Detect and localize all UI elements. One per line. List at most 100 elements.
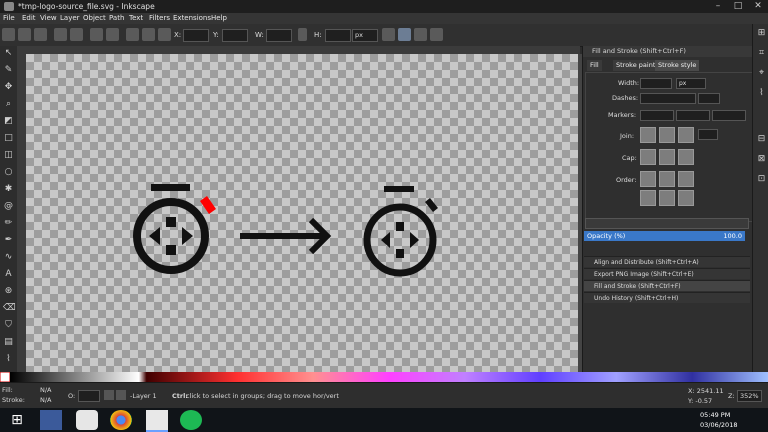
ellipse-tool-icon[interactable]: ○ (3, 167, 14, 178)
tab-stroke-paint[interactable]: Stroke paint (613, 60, 659, 71)
opacity-slider[interactable]: Opacity (%) 100.0 (584, 231, 745, 241)
bucket-tool-icon[interactable]: ⛉ (3, 320, 14, 331)
text-tool-icon[interactable]: A (3, 269, 14, 280)
selector-tool-icon[interactable]: ↖ (3, 48, 14, 59)
move-patterns-icon[interactable] (430, 28, 443, 41)
snap-bbox-icon[interactable]: ⌗ (756, 48, 767, 59)
mid-marker-select[interactable] (676, 110, 710, 121)
move-gradients-icon[interactable] (414, 28, 427, 41)
width-field[interactable] (266, 29, 292, 42)
scale-corners-icon[interactable] (398, 28, 411, 41)
windows-start-icon[interactable]: ⊞ (6, 410, 28, 430)
tab-fill[interactable]: Fill (587, 60, 602, 71)
order-markers-stroke-fill-button[interactable] (678, 190, 694, 206)
start-marker-select[interactable] (640, 110, 674, 121)
menu-edit[interactable]: Edit (22, 14, 36, 22)
y-field[interactable] (222, 29, 248, 42)
bezier-tool-icon[interactable]: ✒ (3, 235, 14, 246)
layer-select[interactable]: -Layer 1 (130, 392, 157, 400)
order-stroke-markers-fill-button[interactable] (659, 190, 675, 206)
height-field[interactable] (325, 29, 351, 42)
menu-extensions[interactable]: Extensions (173, 14, 211, 22)
cap-butt-button[interactable] (640, 149, 656, 165)
calligraphy-tool-icon[interactable]: ∿ (3, 252, 14, 263)
color-palette[interactable] (0, 371, 768, 383)
menu-text[interactable]: Text (129, 14, 143, 22)
unit-select[interactable]: px (352, 29, 378, 42)
close-button[interactable]: ✕ (748, 0, 768, 13)
end-marker-select[interactable] (712, 110, 746, 121)
dash-offset-field[interactable] (698, 93, 720, 104)
order-fill-markers-stroke-button[interactable] (678, 171, 694, 187)
menu-view[interactable]: View (40, 14, 57, 22)
file-explorer-icon[interactable] (40, 410, 62, 430)
cap-round-button[interactable] (659, 149, 675, 165)
menu-help[interactable]: Help (211, 14, 227, 22)
rectangle-tool-icon[interactable]: □ (3, 133, 14, 144)
node-tool-icon[interactable]: ✎ (3, 65, 14, 76)
width-field[interactable] (640, 78, 672, 89)
cap-square-button[interactable] (678, 149, 694, 165)
select-all-layers-icon[interactable] (34, 28, 47, 41)
menu-file[interactable]: File (3, 14, 15, 22)
join-round-button[interactable] (659, 127, 675, 143)
lock-ratio-icon[interactable] (298, 28, 307, 41)
snap-grid-icon[interactable]: ⊟ (756, 134, 767, 145)
rotate-ccw-icon[interactable] (54, 28, 67, 41)
join-miter-button[interactable] (640, 127, 656, 143)
x-field[interactable] (183, 29, 209, 42)
dock-fill-stroke[interactable]: Fill and Stroke (Shift+Ctrl+F) (584, 280, 750, 291)
dock-align-distribute[interactable]: Align and Distribute (Shift+Ctrl+A) (584, 256, 750, 267)
zoom-field[interactable]: 352% (737, 390, 762, 402)
raise-to-top-icon[interactable] (126, 28, 139, 41)
chrome-icon[interactable] (110, 410, 132, 430)
menu-filters[interactable]: Filters (149, 14, 170, 22)
join-bevel-button[interactable] (678, 127, 694, 143)
select-all-icon[interactable] (18, 28, 31, 41)
width-unit-select[interactable]: px (676, 78, 706, 89)
minimize-button[interactable]: – (708, 0, 728, 13)
eraser-tool-icon[interactable]: ⌫ (3, 303, 16, 314)
3d-box-tool-icon[interactable]: ◫ (3, 150, 14, 161)
spiral-tool-icon[interactable]: @ (3, 201, 14, 212)
menu-layer[interactable]: Layer (60, 14, 80, 22)
dashes-select[interactable] (640, 93, 696, 104)
new-document-icon[interactable] (2, 28, 15, 41)
snap-page-icon[interactable]: ⊡ (756, 174, 767, 185)
measure-tool-icon[interactable]: ◩ (3, 116, 14, 127)
tab-stroke-style[interactable]: Stroke style (655, 60, 700, 71)
flip-vertical-icon[interactable] (106, 28, 119, 41)
rotate-cw-icon[interactable] (70, 28, 83, 41)
spray-tool-icon[interactable]: ⊛ (3, 286, 14, 297)
scale-stroke-icon[interactable] (382, 28, 395, 41)
snap-toggle-icon[interactable]: ⊞ (756, 28, 767, 39)
app-pinned-icon[interactable] (76, 410, 98, 430)
raise-icon[interactable] (142, 28, 155, 41)
blend-mode-select[interactable] (585, 218, 749, 229)
pencil-tool-icon[interactable]: ✏ (3, 218, 14, 229)
palette-swatches[interactable] (0, 371, 768, 383)
maximize-button[interactable]: □ (728, 0, 748, 13)
order-fill-stroke-markers-button[interactable] (640, 171, 656, 187)
menu-object[interactable]: Object (83, 14, 106, 22)
order-markers-fill-stroke-button[interactable] (640, 190, 656, 206)
gradient-tool-icon[interactable]: ▤ (3, 337, 14, 348)
miter-limit-field[interactable] (698, 129, 718, 140)
lower-icon[interactable] (158, 28, 171, 41)
dock-export-png[interactable]: Export PNG Image (Shift+Ctrl+E) (584, 268, 750, 279)
menu-path[interactable]: Path (109, 14, 124, 22)
opacity-status-field[interactable] (78, 390, 100, 402)
inkscape-taskbar-icon[interactable] (146, 410, 168, 432)
snap-nodes-icon[interactable]: ⌖ (756, 68, 767, 79)
order-stroke-fill-markers-button[interactable] (659, 171, 675, 187)
layer-lock-icon[interactable] (116, 390, 126, 400)
dropper-tool-icon[interactable]: ⌇ (3, 354, 14, 365)
dock-undo-history[interactable]: Undo History (Shift+Ctrl+H) (584, 292, 750, 303)
snap-guide-icon[interactable]: ⊠ (756, 154, 767, 165)
zoom-tool-icon[interactable]: ⌕ (3, 99, 14, 110)
snap-paths-icon[interactable]: ⌇ (756, 88, 767, 99)
star-tool-icon[interactable]: ✱ (3, 184, 14, 195)
flip-horizontal-icon[interactable] (90, 28, 103, 41)
spotify-icon[interactable] (180, 410, 202, 430)
drawing-canvas[interactable] (26, 54, 578, 372)
